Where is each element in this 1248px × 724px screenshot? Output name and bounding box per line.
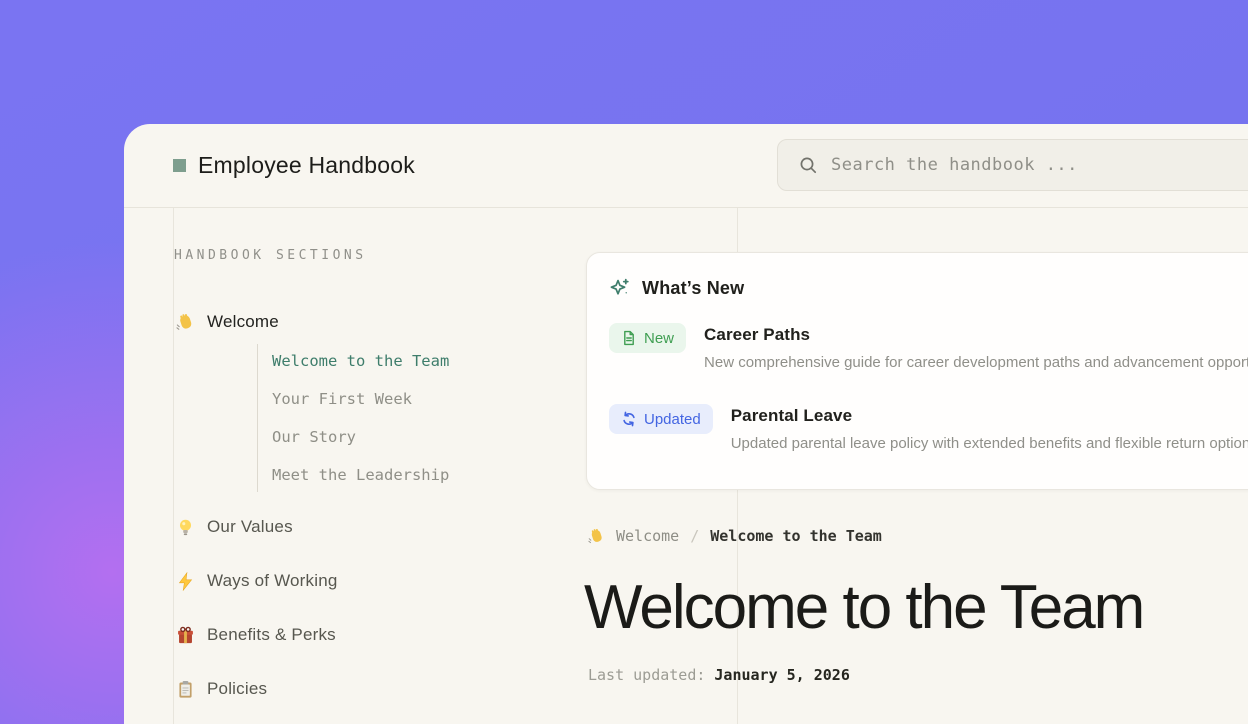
logo-square-icon	[173, 159, 186, 172]
sparkle-icon	[609, 277, 631, 299]
app-header: Employee Handbook Search the handbook ..…	[124, 124, 1248, 208]
breadcrumb-current: Welcome to the Team	[710, 527, 882, 545]
badge-label: Updated	[644, 411, 701, 428]
whats-new-item-description: New comprehensive guide for career devel…	[704, 354, 1248, 371]
sidebar-item-label: Policies	[207, 679, 267, 699]
whats-new-item[interactable]: Updated Parental Leave Updated parental …	[609, 404, 1248, 452]
subnav-item-meet-the-leadership[interactable]: Meet the Leadership	[272, 456, 449, 494]
page-title: Welcome to the Team	[584, 572, 1143, 643]
whats-new-header: What’s New	[609, 277, 1248, 299]
whats-new-item-text: Parental Leave Updated parental leave po…	[731, 404, 1248, 452]
last-updated-value: January 5, 2026	[714, 666, 849, 684]
wave-icon	[588, 528, 605, 545]
breadcrumb-separator: /	[690, 527, 699, 545]
search-icon	[799, 156, 818, 175]
subnav-item-your-first-week[interactable]: Your First Week	[272, 380, 449, 418]
whats-new-item-description: Updated parental leave policy with exten…	[731, 435, 1248, 452]
badge-label: New	[644, 330, 674, 347]
sidebar-item-label: Welcome	[207, 312, 279, 332]
whats-new-item-title: Career Paths	[704, 325, 1248, 345]
sidebar-item-label: Our Values	[207, 517, 293, 537]
whats-new-item-text: Career Paths New comprehensive guide for…	[704, 323, 1248, 371]
main-content: What’s New New Ca	[586, 208, 1248, 724]
last-updated: Last updated: January 5, 2026	[588, 666, 850, 684]
whats-new-item[interactable]: New Career Paths New comprehensive guide…	[609, 323, 1248, 371]
clipboard-icon	[176, 680, 195, 699]
app-window: Employee Handbook Search the handbook ..…	[124, 124, 1248, 724]
sidebar-item-our-values[interactable]: Our Values	[176, 515, 293, 539]
sidebar: HANDBOOK SECTIONS	[174, 208, 574, 724]
new-badge: New	[609, 323, 686, 353]
whats-new-card: What’s New New Ca	[586, 252, 1248, 490]
sidebar-item-policies[interactable]: Policies	[176, 677, 267, 701]
sidebar-item-ways-of-working[interactable]: Ways of Working	[176, 569, 338, 593]
wave-icon	[176, 313, 195, 332]
subnav-indent-guide	[257, 344, 258, 492]
refresh-icon	[621, 411, 637, 427]
app-title: Employee Handbook	[198, 152, 415, 179]
bulb-icon	[176, 518, 195, 537]
sidebar-item-label: Ways of Working	[207, 571, 338, 591]
last-updated-label: Last updated:	[588, 666, 705, 684]
search-input[interactable]: Search the handbook ...	[777, 139, 1248, 191]
breadcrumb: Welcome / Welcome to the Team	[588, 527, 882, 545]
whats-new-item-title: Parental Leave	[731, 406, 1248, 426]
file-text-icon	[621, 330, 637, 346]
sidebar-item-label: Benefits & Perks	[207, 625, 336, 645]
search-placeholder: Search the handbook ...	[831, 155, 1078, 175]
gift-icon	[176, 626, 195, 645]
bolt-icon	[176, 572, 195, 591]
subnav-item-our-story[interactable]: Our Story	[272, 418, 449, 456]
updated-badge: Updated	[609, 404, 713, 434]
breadcrumb-section[interactable]: Welcome	[616, 527, 679, 545]
content-area: HANDBOOK SECTIONS	[124, 208, 1248, 724]
sidebar-item-benefits-perks[interactable]: Benefits & Perks	[176, 623, 336, 647]
sidebar-item-welcome[interactable]: Welcome	[176, 310, 279, 334]
subnav-list: Welcome to the Team Your First Week Our …	[272, 342, 449, 494]
sidebar-heading: HANDBOOK SECTIONS	[174, 248, 367, 263]
subnav-item-welcome-to-the-team[interactable]: Welcome to the Team	[272, 342, 449, 380]
whats-new-title: What’s New	[642, 278, 744, 299]
